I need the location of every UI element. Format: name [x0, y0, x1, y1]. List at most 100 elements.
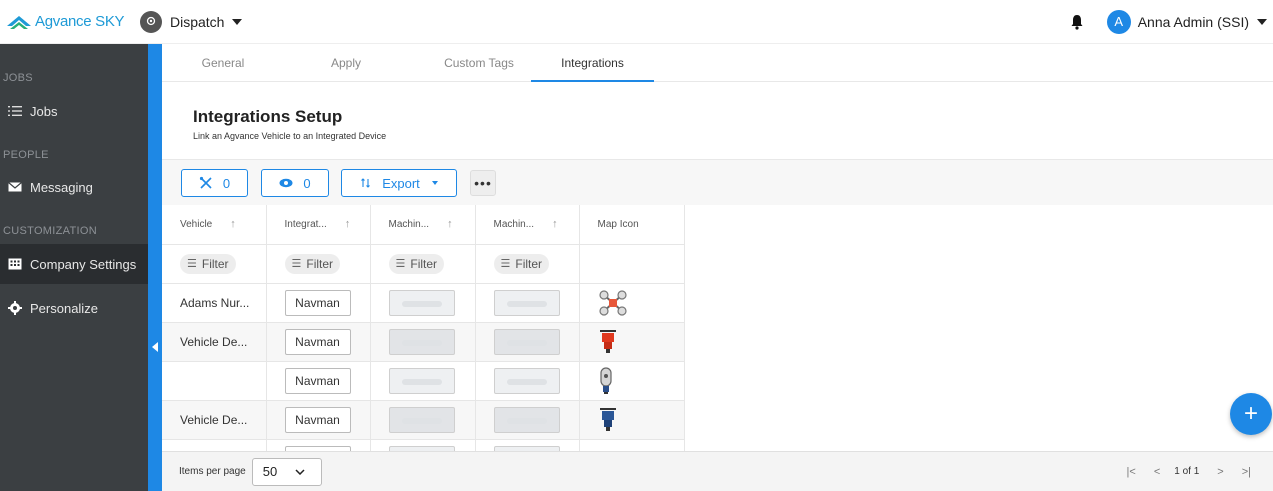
grid-toolbar: 0 0 Export ••• [162, 159, 1273, 205]
section-label-jobs: JOBS [3, 72, 33, 84]
column-header-machine-2[interactable]: Machin... ↑ [475, 205, 580, 245]
integration-field[interactable]: Navman [284, 328, 351, 355]
red-truck-icon[interactable] [598, 329, 684, 355]
machine-field[interactable] [388, 367, 455, 394]
gray-capsule-icon[interactable] [598, 366, 684, 396]
page-indicator: 1 of 1 [1174, 466, 1200, 477]
sidebar-item-company-settings[interactable]: Company Settings [0, 244, 148, 284]
sort-arrows-icon [361, 178, 371, 188]
sort-up-icon[interactable]: ↑ [230, 218, 236, 230]
page-title: Integrations Setup [193, 107, 343, 126]
integration-field[interactable]: Navman [284, 406, 351, 433]
more-options-button[interactable]: ••• [470, 170, 496, 196]
unassigned-count: 0 [222, 175, 231, 191]
machine-field[interactable] [388, 289, 455, 316]
tools-crossed-icon [199, 176, 212, 189]
module-switcher[interactable]: Dispatch [140, 10, 243, 33]
sidebar-item-label: Messaging [30, 179, 93, 195]
sidebar-item-label: Jobs [30, 103, 58, 119]
vehicle-cell: Adams Nur... [162, 283, 267, 323]
sidebar-item-label: Company Settings [30, 256, 137, 272]
column-header-machine-1[interactable]: Machin... ↑ [370, 205, 476, 245]
blue-truck-icon[interactable] [598, 407, 684, 433]
caret-down-icon [232, 18, 243, 25]
caret-down-icon[interactable] [1257, 18, 1267, 25]
visible-count: 0 [303, 175, 311, 191]
filter-lines-icon: ☰ [187, 258, 197, 270]
filter-chip[interactable]: ☰ Filter [493, 253, 550, 274]
visible-button[interactable]: 0 [261, 169, 329, 197]
machine-field[interactable] [493, 406, 560, 433]
vehicle-cell [162, 361, 267, 401]
tab-custom-tags[interactable]: Custom Tags [424, 44, 534, 82]
filter-chip[interactable]: ☰ Filter [180, 253, 236, 274]
table-row[interactable] [162, 439, 685, 451]
filter-lines-icon: ☰ [395, 258, 406, 270]
filter-lines-icon: ☰ [500, 258, 511, 270]
location-pin-icon [140, 10, 162, 33]
filter-row: ☰ Filter ☰ Filter ☰ Filter ☰ Filter [162, 244, 685, 284]
user-name[interactable]: Anna Admin (SSI) [1138, 14, 1249, 30]
column-header-integration[interactable]: Integrat... ↑ [266, 205, 371, 245]
chevron-left-icon[interactable] [152, 342, 158, 352]
filter-chip[interactable]: ☰ Filter [284, 253, 341, 274]
agvance-logo-icon [7, 15, 31, 29]
app-logo[interactable]: Agvance SKY [6, 13, 132, 31]
sidebar: JOBS Jobs PEOPLE Messaging CUSTOMIZATION… [0, 44, 148, 491]
top-bar: Agvance SKY Dispatch A Anna Admin (SSI) [0, 0, 1273, 44]
tab-general[interactable]: General [185, 44, 261, 82]
integrations-grid: Vehicle ↑ Integrat... ↑ Machin... ↑ Machin.… [162, 205, 1273, 451]
integration-field[interactable]: Navman [284, 367, 351, 394]
sidebar-item-jobs[interactable]: Jobs [0, 91, 148, 131]
chevron-down-icon [295, 468, 305, 475]
prev-page-icon[interactable]: < [1154, 466, 1160, 478]
table-row[interactable]: Adams Nur... Navman [162, 283, 685, 323]
machine-field[interactable] [388, 328, 455, 355]
sidebar-item-messaging[interactable]: Messaging [0, 167, 148, 207]
pagination: |< < 1 of 1 > >| [1109, 466, 1251, 478]
tab-integrations[interactable]: Integrations [531, 44, 654, 82]
column-header-vehicle[interactable]: Vehicle ↑ [162, 205, 267, 245]
table-row[interactable]: Navman [162, 361, 685, 401]
sort-up-icon[interactable]: ↑ [552, 218, 558, 230]
caret-down-icon [431, 181, 438, 185]
sort-up-icon[interactable]: ↑ [447, 218, 453, 230]
tab-apply[interactable]: Apply [308, 44, 384, 82]
building-icon [8, 258, 22, 270]
header-row: Vehicle ↑ Integrat... ↑ Machin... ↑ Machin.… [162, 205, 685, 245]
items-per-page-select[interactable]: 50 [251, 457, 322, 486]
page-subtitle: Link an Agvance Vehicle to an Integrated… [193, 131, 387, 141]
machine-field[interactable] [493, 328, 560, 355]
table-row[interactable]: Vehicle De... Navman [162, 400, 685, 440]
column-header-map-icon[interactable]: Map Icon [579, 205, 685, 245]
gear-icon [8, 301, 22, 315]
first-page-icon[interactable]: |< [1127, 466, 1136, 478]
machine-field[interactable] [493, 367, 560, 394]
bell-icon[interactable] [1069, 14, 1085, 30]
vehicle-cell: Vehicle De... [162, 400, 267, 440]
logo-text: Agvance SKY [35, 13, 125, 30]
integration-field[interactable]: Navman [284, 289, 351, 316]
module-label: Dispatch [170, 13, 225, 30]
main-content: General Apply Custom Tags Integrations I… [162, 44, 1273, 491]
grid-footer: Items per page 50 |< < 1 of 1 > >| [162, 451, 1273, 491]
sidebar-item-personalize[interactable]: Personalize [0, 288, 148, 328]
add-button[interactable]: + [1230, 393, 1272, 435]
machine-field[interactable] [388, 406, 455, 433]
section-label-customization: CUSTOMIZATION [3, 225, 97, 237]
sort-up-icon[interactable]: ↑ [345, 218, 351, 230]
avatar[interactable]: A [1106, 9, 1131, 34]
filter-chip[interactable]: ☰ Filter [388, 253, 445, 274]
export-button[interactable]: Export [341, 169, 457, 197]
next-page-icon[interactable]: > [1217, 466, 1223, 478]
envelope-icon [8, 182, 22, 192]
table-row[interactable]: Vehicle De... Navman [162, 322, 685, 362]
last-page-icon[interactable]: >| [1242, 466, 1251, 478]
export-label: Export [382, 175, 420, 191]
unassigned-button[interactable]: 0 [181, 169, 248, 197]
filter-lines-icon: ☰ [291, 258, 302, 270]
items-per-page-label: Items per page [179, 466, 246, 477]
sidebar-collapse-strip[interactable] [148, 44, 162, 491]
machine-field[interactable] [493, 289, 560, 316]
drone-icon[interactable] [598, 289, 684, 317]
